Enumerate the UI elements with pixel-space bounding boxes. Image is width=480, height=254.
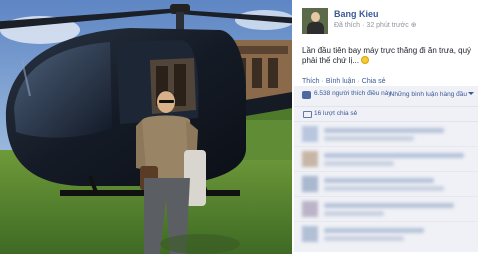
status-text: Lần đầu tiên bay máy trực thăng đi ăn tr… [302,46,472,66]
share-count[interactable]: 16 lượt chia sẻ [314,110,357,117]
meta-separator: · [362,22,365,29]
helicopter-photo-image [0,0,292,254]
globe-icon: ⊕ [410,22,417,29]
blurred-comment [294,147,478,172]
top-comments-dropdown[interactable]: Những bình luận hàng đầu [390,91,474,98]
author-avatar[interactable] [302,8,328,34]
comment-line [324,161,394,166]
comment-avatar [302,151,318,167]
post-meta: Đã thích · 32 phút trước ⊕ [334,21,417,29]
comment-avatar [302,226,318,242]
status-message: Lần đầu tiên bay máy trực thăng đi ăn tr… [302,46,472,65]
action-separator: · [357,78,360,85]
comment-line [324,186,444,191]
avatar-body-shape [307,22,324,34]
post-photo[interactable] [0,0,292,254]
comment-line [324,228,424,233]
comment-line [324,178,434,183]
comment-line [324,203,454,208]
smiley-icon [360,56,369,64]
share-icon [303,111,312,118]
comment-action[interactable]: Bình luận [326,78,356,85]
comment-line [324,236,404,241]
feedback-section: 6.538 người thích điều này. Những bình l… [294,86,478,252]
caret-icon [468,92,474,95]
comment-line [324,128,444,133]
blurred-comment [294,172,478,197]
top-comments-label: Những bình luận hàng đầu [389,91,467,98]
blurred-comment [294,222,478,246]
author-name[interactable]: Bang Kieu [334,9,379,19]
comment-line [324,136,414,141]
comment-avatar [302,176,318,192]
post-actions: Thích · Bình luận · Chia sẻ [302,78,386,85]
post-header: Bang Kieu Đã thích · 32 phút trước ⊕ [302,8,478,38]
action-separator: · [321,78,324,85]
blurred-comment [294,197,478,222]
like-summary-row: 6.538 người thích điều này. Những bình l… [294,86,478,107]
comment-avatar [302,126,318,142]
post-time[interactable]: 32 phút trước [366,22,408,29]
like-count-text[interactable]: 6.538 người thích điều này. [314,90,393,97]
share-summary-row: 16 lượt chia sẻ [294,107,478,122]
comment-line [324,153,464,158]
like-count[interactable]: 6.538 người thích điều này. [314,90,394,98]
avatar-head-shape [311,12,320,22]
blurred-comment [294,122,478,147]
comment-avatar [302,201,318,217]
likes-label[interactable]: Đã thích [334,22,360,29]
share-action[interactable]: Chia sẻ [362,78,386,85]
screenshot: Bang Kieu Đã thích · 32 phút trước ⊕ Lần đầ… [0,0,480,254]
comment-line [324,211,384,216]
thumb-icon [302,91,311,99]
like-action[interactable]: Thích [302,78,320,85]
post-panel: Bang Kieu Đã thích · 32 phút trước ⊕ Lần đầ… [292,0,480,254]
